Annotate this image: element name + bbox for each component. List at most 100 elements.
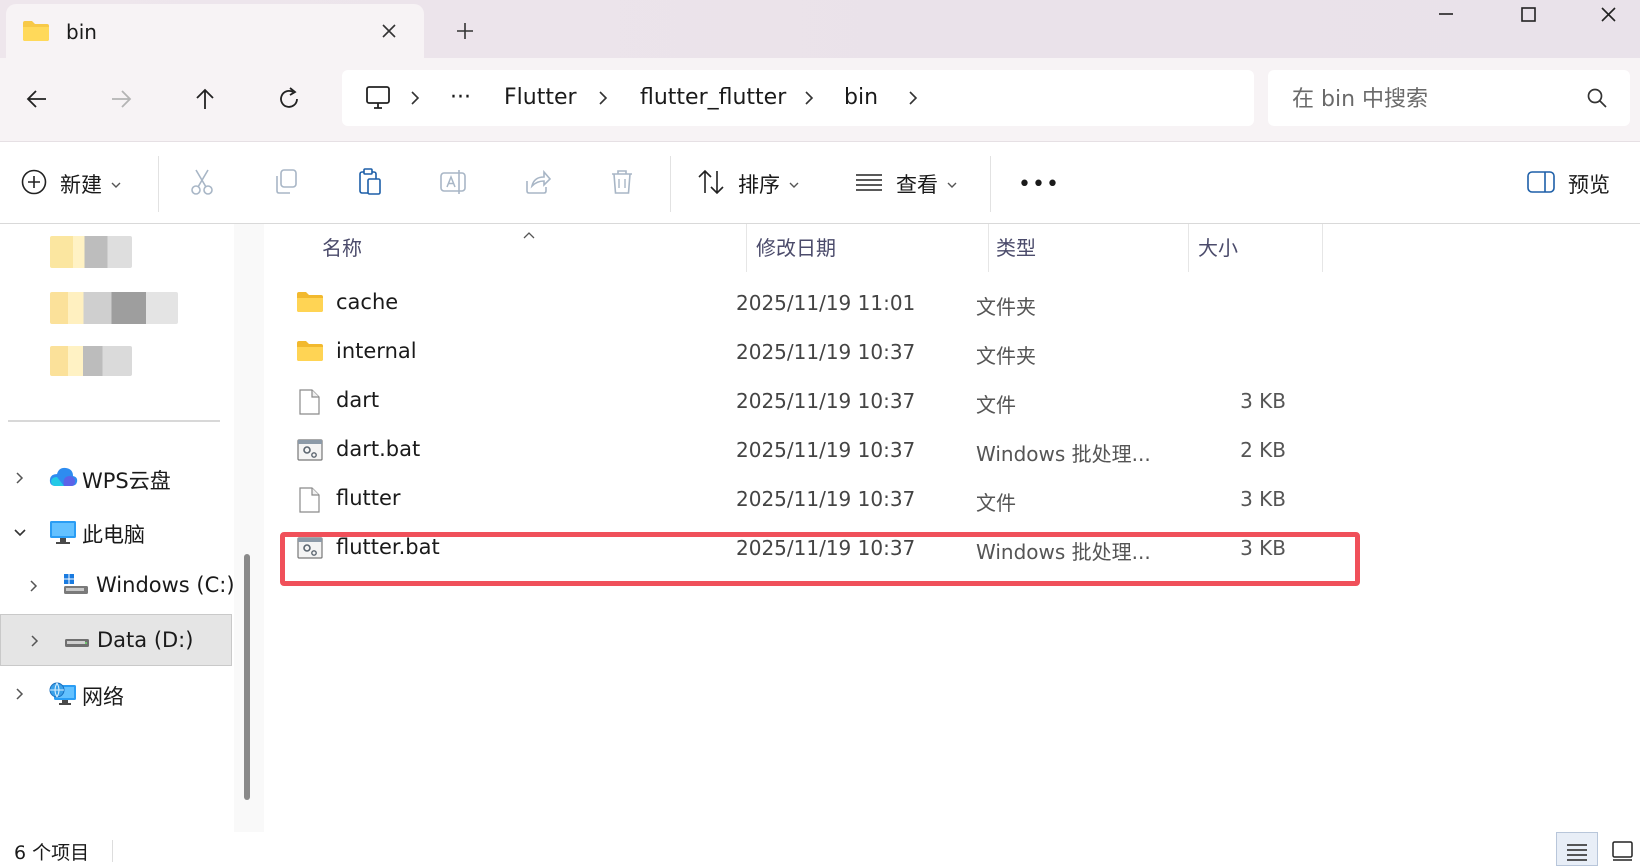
chevron-right-icon[interactable] [906, 88, 920, 108]
sidebar-item-network[interactable]: 网络 [0, 668, 232, 720]
search-input[interactable] [1292, 84, 1572, 114]
file-type: 文件 [976, 491, 1016, 515]
status-bar: 6 个项目 [0, 832, 1640, 866]
file-list: 名称 修改日期 类型 大小 cache 2025/11/19 11:01 文件夹… [266, 224, 1640, 832]
delete-button[interactable] [608, 164, 636, 204]
refresh-icon[interactable] [274, 84, 304, 114]
file-icon [296, 486, 322, 518]
plus-icon[interactable] [452, 18, 478, 44]
navigation-pane: WPS云盘 此电脑 Windows (C:) Data (D:) 网络 [0, 224, 235, 832]
chevron-right-icon[interactable] [29, 633, 41, 653]
toolbar-divider [158, 156, 159, 212]
share-button[interactable] [522, 164, 552, 204]
file-row-internal[interactable]: internal 2025/11/19 10:37 文件夹 [280, 329, 1310, 377]
preview-button[interactable]: 预览 [1526, 164, 1610, 204]
file-date: 2025/11/19 11:01 [736, 291, 916, 315]
more-options-button[interactable]: ••• [1018, 164, 1060, 204]
folder-icon [22, 19, 50, 47]
toolbar-divider [990, 156, 991, 212]
details-view-button[interactable] [1556, 832, 1598, 866]
column-divider[interactable] [988, 224, 989, 272]
paste-icon [356, 167, 384, 201]
column-divider[interactable] [1188, 224, 1189, 272]
sidebar-item-label: 网络 [82, 685, 124, 709]
crumb-flutter[interactable]: Flutter [504, 84, 577, 112]
crumb-bin[interactable]: bin [844, 84, 878, 112]
sort-button[interactable]: 排序 [696, 164, 800, 204]
sidebar-item-windows-c[interactable]: Windows (C:) [0, 560, 235, 612]
monitor-icon [48, 518, 78, 550]
chevron-right-icon[interactable] [28, 578, 40, 598]
file-date: 2025/11/19 10:37 [736, 340, 916, 364]
new-button[interactable]: 新建 [20, 164, 122, 204]
arrow-up-icon[interactable] [190, 84, 220, 114]
crumb-ellipsis[interactable]: ··· [450, 84, 471, 112]
column-header-type[interactable]: 类型 [996, 224, 1036, 272]
column-divider[interactable] [746, 224, 747, 272]
file-row-dart-bat[interactable]: dart.bat 2025/11/19 10:37 Windows 批处理...… [280, 427, 1310, 475]
chevron-right-icon[interactable] [14, 470, 26, 490]
sidebar-item-label: Windows (C:) [96, 573, 235, 597]
folder-icon [296, 290, 324, 318]
column-header-name[interactable]: 名称 [322, 224, 362, 272]
preview-pane-icon [1526, 167, 1556, 201]
new-label: 新建 [60, 173, 102, 197]
close-icon[interactable] [1588, 2, 1628, 32]
tab-bin[interactable]: bin [6, 4, 424, 58]
chevron-right-icon[interactable] [408, 88, 422, 108]
crumb-flutter-flutter[interactable]: flutter_flutter [640, 84, 786, 112]
file-row-flutter[interactable]: flutter 2025/11/19 10:37 文件 3 KB [280, 476, 1310, 524]
plus-circle-icon [20, 168, 48, 200]
chevron-right-icon[interactable] [596, 88, 610, 108]
address-bar[interactable]: ··· Flutter flutter_flutter bin [342, 70, 1254, 126]
file-size: 3 KB [1240, 389, 1286, 413]
file-name: dart.bat [336, 437, 421, 461]
maximize-icon[interactable] [1508, 2, 1548, 32]
title-bar: bin [0, 0, 1640, 58]
drive-icon [63, 627, 91, 657]
cut-button[interactable] [188, 164, 216, 204]
arrow-right-icon[interactable] [106, 84, 136, 114]
copy-button[interactable] [272, 164, 300, 204]
column-header-size[interactable]: 大小 [1198, 224, 1238, 272]
toolbar-divider [670, 156, 671, 212]
column-header-date[interactable]: 修改日期 [756, 224, 836, 272]
chevron-right-icon[interactable] [14, 686, 26, 706]
paste-button[interactable] [356, 164, 384, 204]
file-row-flutter-bat[interactable]: flutter.bat 2025/11/19 10:37 Windows 批处理… [280, 525, 1310, 573]
close-icon[interactable] [376, 18, 402, 44]
file-date: 2025/11/19 10:37 [736, 389, 916, 413]
quick-access-item[interactable] [50, 292, 178, 324]
navigation-bar: ··· Flutter flutter_flutter bin [0, 58, 1640, 142]
file-name: dart [336, 388, 380, 412]
file-date: 2025/11/19 10:37 [736, 487, 916, 511]
file-explorer-window: bin ··· Flutter flutter_flutter bin 在 bi… [0, 0, 1640, 866]
sidebar-item-data-d[interactable]: Data (D:) [0, 614, 232, 666]
sidebar-item-label: WPS云盘 [82, 469, 171, 493]
search-box[interactable] [1268, 70, 1630, 126]
file-row-cache[interactable]: cache 2025/11/19 11:01 文件夹 [280, 280, 1310, 328]
quick-access-item[interactable] [50, 236, 132, 268]
chevron-down-icon[interactable] [12, 524, 28, 543]
file-row-dart[interactable]: dart 2025/11/19 10:37 文件 3 KB [280, 378, 1310, 426]
sort-ascending-icon [522, 226, 536, 245]
search-icon[interactable] [1586, 87, 1608, 113]
sidebar-scrollbar[interactable] [244, 554, 250, 800]
sidebar-item-this-pc[interactable]: 此电脑 [0, 506, 232, 558]
column-divider[interactable] [1322, 224, 1323, 272]
command-toolbar: 新建 排序 查看 ••• 预览 [0, 142, 1640, 224]
chevron-right-icon[interactable] [802, 88, 816, 108]
file-name: flutter.bat [336, 535, 440, 559]
arrow-left-icon[interactable] [22, 84, 52, 114]
sidebar-item-wps-cloud[interactable]: WPS云盘 [0, 452, 232, 504]
tiles-view-button[interactable] [1602, 832, 1640, 866]
quick-access-item[interactable] [50, 346, 132, 376]
rename-button[interactable] [438, 164, 468, 204]
batch-file-icon [296, 535, 324, 565]
folder-icon [296, 339, 324, 367]
view-button[interactable]: 查看 [854, 164, 958, 204]
preview-label: 预览 [1568, 173, 1610, 197]
minimize-icon[interactable] [1426, 2, 1466, 32]
file-type: Windows 批处理... [976, 540, 1151, 564]
computer-icon[interactable] [364, 84, 392, 116]
